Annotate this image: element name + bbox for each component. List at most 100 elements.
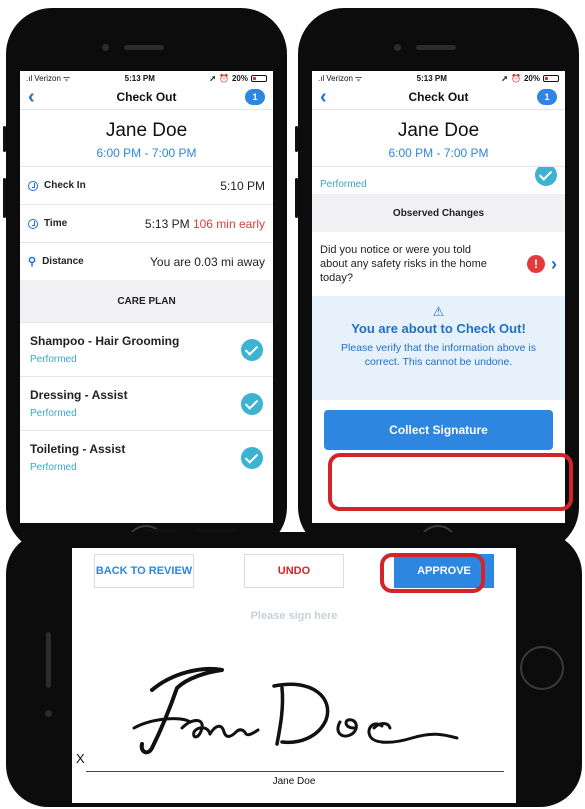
- side-button: [295, 178, 298, 218]
- care-plan-item[interactable]: Toileting - Assist Performed: [20, 430, 273, 484]
- care-item-title: Toileting - Assist: [30, 442, 126, 456]
- care-plan-item-partial[interactable]: Performed: [312, 166, 565, 194]
- earpiece-speaker: [46, 632, 51, 688]
- check-icon[interactable]: [241, 392, 263, 415]
- clock-icon: [28, 218, 38, 229]
- nav-bar: ‹ Check Out 1: [312, 85, 565, 110]
- observed-changes-header: Observed Changes: [312, 194, 565, 232]
- front-camera: [102, 44, 109, 51]
- side-button: [196, 529, 236, 532]
- nav-title: Check Out: [116, 90, 177, 104]
- care-item-title: Shampoo - Hair Grooming: [30, 334, 180, 348]
- side-button: [3, 126, 6, 152]
- status-bar: .ıl Verizon ᯤ 5:13 PM ➚ ⏰ 20%: [312, 71, 565, 85]
- time-row: Time 5:13 PM 106 min early: [20, 204, 273, 242]
- collect-signature-button[interactable]: Collect Signature: [324, 410, 553, 450]
- home-button: [520, 646, 564, 690]
- earpiece-speaker: [124, 45, 164, 50]
- chat-badge-icon[interactable]: 1: [244, 89, 265, 105]
- wifi-icon: ᯤ: [62, 73, 71, 83]
- checkout-confirm-screen: .ıl Verizon ᯤ 5:13 PM ➚ ⏰ 20% ‹ Check Out 1 …: [312, 71, 565, 523]
- carrier-label: Verizon: [326, 73, 353, 83]
- status-bar: .ıl Verizon ᯤ 5:13 PM ➚ ⏰ 20%: [20, 71, 273, 85]
- question-text: Did you notice or were you told about an…: [320, 244, 487, 284]
- alarm-icon: ⏰: [219, 73, 229, 83]
- approve-button[interactable]: APPROVE: [394, 554, 494, 588]
- check-icon[interactable]: [241, 338, 263, 361]
- checkout-warning: ⚠ You are about to Check Out! Please ver…: [312, 296, 565, 400]
- phone-checkout-summary: .ıl Verizon ᯤ 5:13 PM ➚ ⏰ 20% ‹ Check Out 1 …: [3, 8, 287, 565]
- earpiece-speaker: [416, 45, 456, 50]
- checkout-screen: .ıl Verizon ᯤ 5:13 PM ➚ ⏰ 20% ‹ Check Out 1 …: [20, 71, 273, 523]
- care-item-status: Performed: [30, 408, 77, 419]
- care-item-status: Performed: [30, 354, 77, 365]
- wifi-icon: ᯤ: [354, 73, 363, 83]
- sign-here-prompt: Please sign here: [250, 610, 338, 622]
- time-label: Time: [44, 218, 68, 229]
- side-button: [295, 126, 298, 152]
- location-icon: ➚: [501, 73, 509, 83]
- signer-name: Jane Doe: [272, 776, 316, 787]
- battery-label: 20%: [523, 73, 540, 83]
- warning-icon: ⚠: [432, 304, 445, 319]
- phone-signature: BACK TO REVIEW UNDO APPROVE Please sign …: [6, 529, 582, 807]
- safety-risk-question[interactable]: Did you notice or were you told about an…: [312, 232, 565, 296]
- battery-icon: [251, 74, 267, 82]
- clock-icon: [28, 180, 38, 191]
- signature-screen: BACK TO REVIEW UNDO APPROVE Please sign …: [72, 548, 516, 803]
- client-header: Jane Doe 6:00 PM - 7:00 PM: [312, 110, 565, 166]
- alarm-icon: ⏰: [511, 73, 521, 83]
- nav-bar: ‹ Check Out 1: [20, 85, 273, 110]
- distance-value: You are 0.03 mi away: [150, 254, 265, 269]
- signal-icon: .ıl: [318, 73, 325, 83]
- alert-icon: !: [527, 255, 545, 273]
- carrier-label: Verizon: [34, 73, 61, 83]
- visit-time-range: 6:00 PM - 7:00 PM: [388, 146, 489, 160]
- back-to-review-button[interactable]: BACK TO REVIEW: [94, 554, 194, 588]
- signature-drawing[interactable]: [112, 648, 472, 758]
- check-icon[interactable]: [241, 446, 263, 469]
- warning-title: You are about to Check Out!: [351, 321, 526, 336]
- client-header: Jane Doe 6:00 PM - 7:00 PM: [20, 110, 273, 166]
- distance-row: ⚲ Distance You are 0.03 mi away: [20, 242, 273, 280]
- signature-x-mark: X: [76, 751, 85, 766]
- clock-label: 5:13 PM: [416, 73, 447, 83]
- back-chevron-icon[interactable]: ‹: [320, 87, 340, 107]
- signal-icon: .ıl: [26, 73, 33, 83]
- care-plan-item[interactable]: Dressing - Assist Performed: [20, 376, 273, 430]
- phone-checkout-confirm: .ıl Verizon ᯤ 5:13 PM ➚ ⏰ 20% ‹ Check Out 1 …: [295, 8, 579, 565]
- client-name: Jane Doe: [105, 120, 188, 141]
- signature-toolbar: BACK TO REVIEW UNDO APPROVE: [72, 548, 516, 588]
- side-button: [3, 178, 6, 218]
- check-in-row: Check In 5:10 PM: [20, 166, 273, 204]
- signature-line: [86, 771, 504, 772]
- distance-label: Distance: [42, 256, 84, 267]
- collect-signature-area: Collect Signature: [312, 400, 565, 460]
- back-chevron-icon[interactable]: ‹: [28, 87, 48, 107]
- front-camera: [45, 710, 52, 717]
- side-button: [146, 529, 176, 532]
- battery-label: 20%: [231, 73, 248, 83]
- care-plan-item[interactable]: Shampoo - Hair Grooming Performed: [20, 322, 273, 376]
- care-item-status: Performed: [30, 462, 77, 473]
- check-in-label: Check In: [44, 180, 86, 191]
- nav-title: Check Out: [408, 90, 469, 104]
- check-icon[interactable]: [535, 167, 557, 186]
- care-item-status: Performed: [320, 179, 367, 190]
- early-indicator: 106 min early: [192, 216, 265, 231]
- undo-button[interactable]: UNDO: [244, 554, 344, 588]
- chat-badge-icon[interactable]: 1: [536, 89, 557, 105]
- warning-body: Please verify that the information above…: [341, 342, 536, 368]
- time-value: 5:13 PM: [144, 216, 190, 231]
- client-name: Jane Doe: [397, 120, 480, 141]
- clock-label: 5:13 PM: [124, 73, 155, 83]
- battery-icon: [543, 74, 559, 82]
- check-in-value: 5:10 PM: [220, 178, 265, 193]
- visit-time-range: 6:00 PM - 7:00 PM: [96, 146, 197, 160]
- care-plan-header: CARE PLAN: [20, 280, 273, 322]
- location-icon: ➚: [209, 73, 217, 83]
- front-camera: [394, 44, 401, 51]
- care-item-title: Dressing - Assist: [30, 388, 128, 402]
- location-pin-icon: ⚲: [28, 256, 37, 268]
- chevron-right-icon[interactable]: ›: [551, 254, 557, 275]
